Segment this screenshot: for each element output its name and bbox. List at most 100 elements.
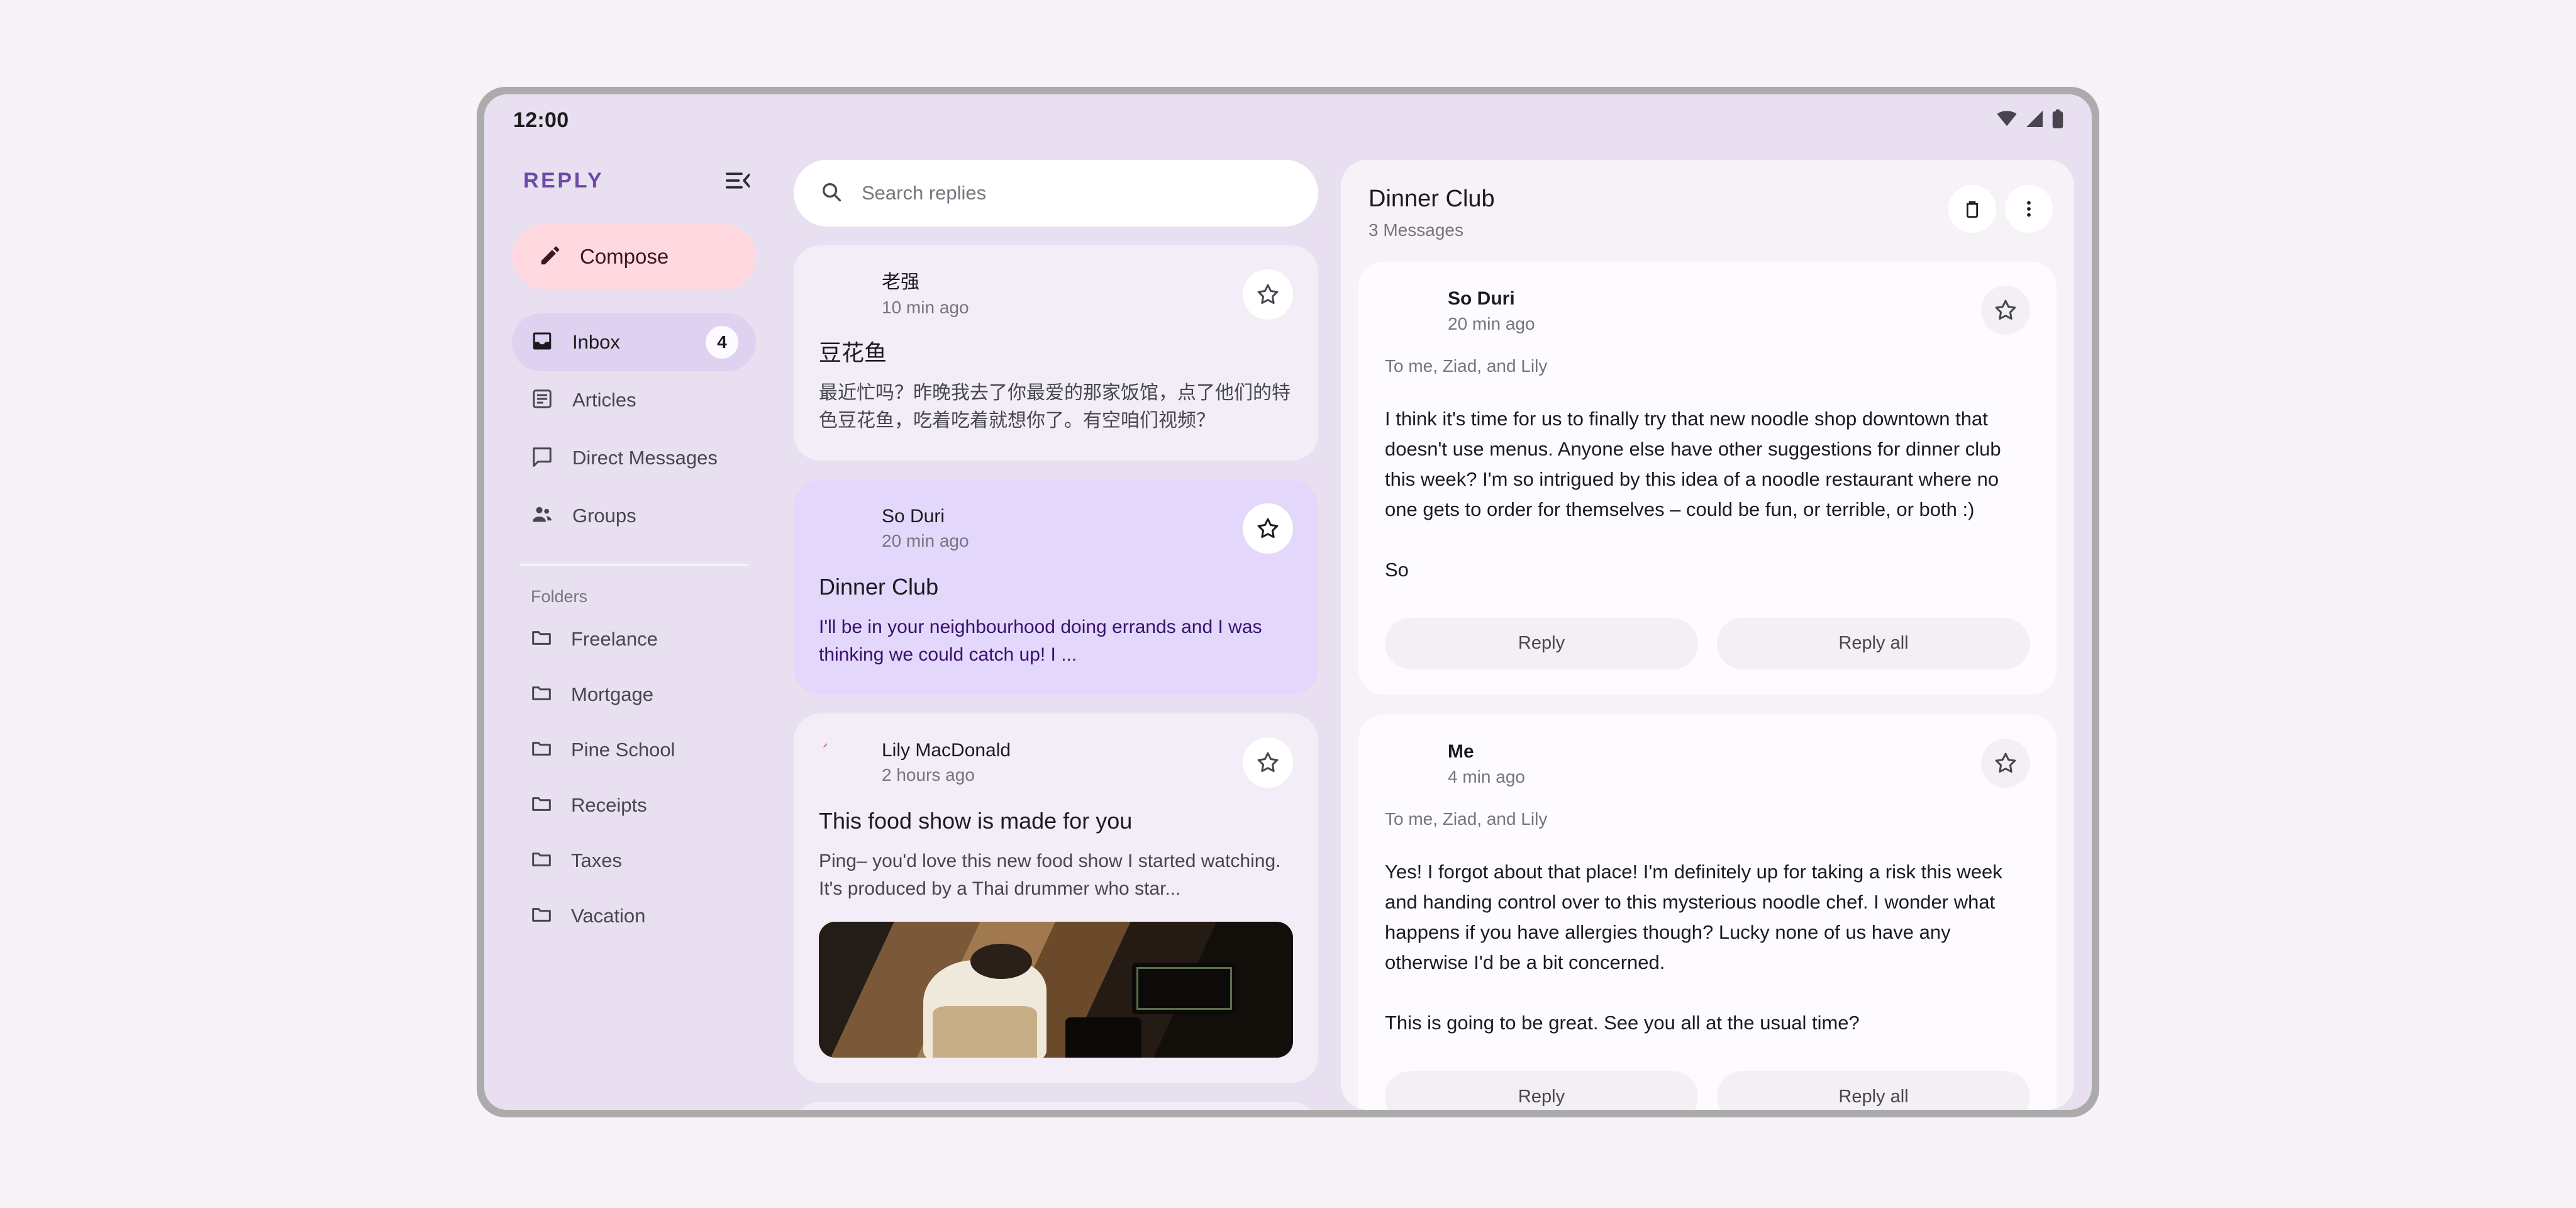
email-preview: 最近忙吗？昨晚我去了你最爱的那家饭馆，点了他们的特色豆花鱼，吃着吃着就想你了。有…	[819, 383, 1291, 432]
wifi-icon	[1996, 110, 2018, 130]
chat-icon	[531, 445, 553, 471]
sidebar-item-label: Direct Messages	[572, 447, 718, 469]
avatar	[819, 737, 865, 784]
avatar	[1385, 739, 1431, 785]
email-list-item[interactable]: Ziad Aouad 6 hours ago	[794, 1102, 1318, 1110]
message-time: 4 min ago	[1448, 766, 1525, 786]
reply-button[interactable]: Reply	[1385, 1071, 1698, 1110]
message-sender: Me	[1448, 741, 1474, 762]
folders-list: Freelance Mortgage Pine School Receipts …	[512, 612, 756, 944]
sidebar-folder-pine-school[interactable]: Pine School	[512, 722, 756, 778]
sidebar-folder-vacation[interactable]: Vacation	[512, 888, 756, 944]
email-time: 20 min ago	[882, 531, 969, 551]
compose-label: Compose	[580, 245, 669, 268]
star-outline-icon[interactable]	[1243, 269, 1293, 320]
reply-button[interactable]: Reply	[1385, 617, 1698, 669]
folder-label: Receipts	[571, 794, 647, 816]
star-outline-icon[interactable]	[1981, 738, 2030, 788]
folder-icon	[531, 793, 552, 818]
more-vert-icon[interactable]	[2005, 185, 2053, 233]
reply-all-button[interactable]: Reply all	[1717, 1071, 2030, 1110]
sidebar-item-inbox[interactable]: Inbox 4	[512, 313, 756, 371]
sidebar-folder-receipts[interactable]: Receipts	[512, 778, 756, 833]
sidebar: REPLY Compose Inbox 4 Articles Direct Me…	[484, 146, 784, 1110]
menu-open-icon[interactable]	[726, 171, 750, 190]
inbox-icon	[531, 330, 553, 355]
inbox-badge: 4	[706, 326, 738, 359]
nav-section: Inbox 4 Articles Direct Messages Groups	[512, 313, 756, 545]
search-icon	[820, 181, 843, 206]
folder-icon	[531, 904, 552, 929]
compose-button[interactable]: Compose	[512, 224, 756, 289]
email-list-item[interactable]: So Duri 20 min ago Dinner Club I'll be i…	[794, 479, 1318, 695]
status-icons	[1996, 109, 2064, 131]
email-sender: Lily MacDonald	[882, 739, 1011, 761]
folder-label: Taxes	[571, 849, 622, 871]
avatar	[1385, 286, 1431, 332]
email-subject: Dinner Club	[819, 573, 939, 600]
email-subject: 豆花鱼	[819, 340, 887, 366]
brand-title: REPLY	[523, 168, 604, 193]
message-count: 3 Messages	[1368, 220, 1463, 240]
message-recipients: To me, Ziad, and Lily	[1385, 808, 1548, 829]
email-attachment-image	[819, 922, 1293, 1058]
trash-icon[interactable]	[1948, 185, 1996, 233]
message-actions: Reply Reply all	[1385, 617, 2030, 669]
sidebar-item-label: Inbox	[572, 331, 620, 353]
brand-row: REPLY	[512, 146, 756, 215]
battery-icon	[2051, 109, 2064, 131]
sidebar-folder-taxes[interactable]: Taxes	[512, 833, 756, 888]
message-recipients: To me, Ziad, and Lily	[1385, 355, 1548, 376]
user-avatar[interactable]	[1262, 170, 1308, 216]
email-list-column: Search replies 老强 10 min ago 豆花鱼 最近忙吗？昨晚…	[784, 146, 1331, 1110]
email-time: 10 min ago	[882, 297, 969, 317]
folder-label: Mortgage	[571, 683, 653, 705]
page-title: Dinner Club	[1368, 186, 1495, 212]
article-icon	[531, 388, 553, 413]
folders-caption: Folders	[531, 587, 588, 606]
email-list-item[interactable]: Lily MacDonald 2 hours ago This food sho…	[794, 713, 1318, 1083]
detail-panel: Dinner Club 3 Messages So Duri 20 min ag…	[1341, 160, 2074, 1110]
status-time: 12:00	[513, 108, 569, 132]
pencil-icon	[538, 243, 562, 271]
reply-all-button[interactable]: Reply all	[1717, 617, 2030, 669]
sidebar-item-label: Groups	[572, 505, 636, 527]
sidebar-item-direct-messages[interactable]: Direct Messages	[512, 429, 756, 487]
star-outline-icon[interactable]	[1243, 737, 1293, 788]
sidebar-item-groups[interactable]: Groups	[512, 487, 756, 545]
folder-label: Freelance	[571, 628, 658, 650]
sidebar-folder-mortgage[interactable]: Mortgage	[512, 667, 756, 722]
detail-header: Dinner Club 3 Messages	[1341, 160, 2074, 262]
message-body: I think it's time for us to finally try …	[1385, 407, 2001, 581]
message-time: 20 min ago	[1448, 313, 1535, 333]
email-sender: So Duri	[882, 505, 945, 527]
message-body: Yes! I forgot about that place! I'm defi…	[1385, 860, 2002, 1034]
email-preview: I'll be in your neighbourhood doing erra…	[819, 616, 1262, 666]
message-actions: Reply Reply all	[1385, 1071, 2030, 1110]
email-card-header: So Duri 20 min ago	[819, 503, 1293, 554]
avatar	[819, 269, 865, 316]
device-screen: 12:00 REPLY Compose Inbox 4 Articles Dir…	[484, 94, 2092, 1110]
device-frame: 12:00 REPLY Compose Inbox 4 Articles Dir…	[477, 87, 2099, 1117]
email-preview: Ping– you'd love this new food show I st…	[819, 850, 1281, 899]
search-input[interactable]: Search replies	[862, 182, 1243, 204]
star-outline-icon[interactable]	[1243, 503, 1293, 554]
search-bar[interactable]: Search replies	[794, 160, 1318, 226]
folder-icon	[531, 849, 552, 873]
sidebar-folder-freelance[interactable]: Freelance	[512, 612, 756, 667]
message-header: So Duri 20 min ago	[1385, 285, 2030, 335]
star-outline-icon[interactable]	[1981, 285, 2030, 335]
sidebar-item-articles[interactable]: Articles	[512, 371, 756, 429]
email-card-header: 老强 10 min ago	[819, 269, 1293, 320]
message-header: Me 4 min ago	[1385, 738, 2030, 788]
folder-icon	[531, 627, 552, 652]
email-subject: This food show is made for you	[819, 807, 1133, 834]
message-sender: So Duri	[1448, 288, 1515, 309]
email-list-item[interactable]: 老强 10 min ago 豆花鱼 最近忙吗？昨晚我去了你最爱的那家饭馆，点了他…	[794, 245, 1318, 461]
folder-label: Pine School	[571, 739, 675, 761]
detail-column: Dinner Club 3 Messages So Duri 20 min ag…	[1331, 146, 2092, 1110]
email-sender: 老强	[882, 272, 919, 293]
folder-label: Vacation	[571, 905, 646, 927]
folder-icon	[531, 683, 552, 707]
avatar	[819, 503, 865, 550]
